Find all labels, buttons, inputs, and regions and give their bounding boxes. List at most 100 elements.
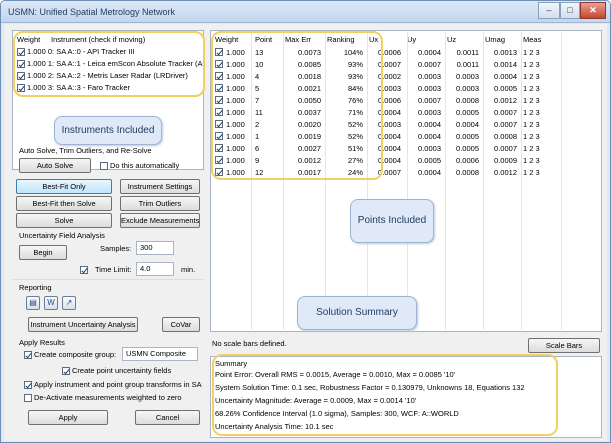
main-window: USMN: Unified Spatial Metrology Network …: [0, 0, 611, 443]
trim-outliers-button[interactable]: Trim Outliers: [120, 196, 200, 211]
report-document-icon[interactable]: ▤: [26, 296, 40, 310]
points-highlight: [211, 31, 383, 180]
point-uncertainty-checkbox[interactable]: Create point uncertainty fields: [62, 366, 172, 376]
deactivate-checkbox[interactable]: De-Activate measurements weighted to zer…: [24, 393, 182, 403]
samples-label: Samples:: [100, 244, 132, 253]
report-export-icon[interactable]: ↗: [62, 296, 76, 310]
time-limit-check[interactable]: [80, 266, 88, 275]
table-cell: 0.0011: [456, 60, 479, 69]
table-cell: 1 2 3: [523, 72, 540, 81]
table-cell: 0.0003: [418, 72, 441, 81]
reporting-heading: Reporting: [19, 283, 52, 292]
table-cell: 0.0003: [418, 144, 441, 153]
table-cell: 0.0007: [418, 60, 441, 69]
table-cell: 1 2 3: [523, 168, 540, 177]
points-column-header[interactable]: Meas: [523, 35, 541, 44]
apply-transforms-checkbox[interactable]: Apply instrument and point group transfo…: [24, 380, 202, 390]
time-limit-checkbox[interactable]: [80, 265, 90, 275]
divider: [12, 279, 204, 280]
window-title: USMN: Unified Spatial Metrology Network: [8, 7, 176, 17]
auto-solve-heading: Auto Solve, Trim Outliers, and Re-Solve: [19, 146, 152, 155]
points-column-header[interactable]: Uz: [447, 35, 456, 44]
table-cell: 1 2 3: [523, 60, 540, 69]
points-callout: Points Included: [350, 199, 434, 243]
table-cell: 0.0007: [494, 120, 517, 129]
auto-solve-checkbox[interactable]: Do this automatically: [100, 161, 180, 171]
table-cell: 0.0005: [456, 144, 479, 153]
scale-bars-status: No scale bars defined.: [212, 339, 287, 348]
table-cell: 0.0008: [494, 132, 517, 141]
table-cell: 1 2 3: [523, 84, 540, 93]
solve-button[interactable]: Solve: [16, 213, 112, 228]
points-column-header[interactable]: Umag: [485, 35, 505, 44]
point-uncertainty-label: Create point uncertainty fields: [72, 366, 172, 375]
table-cell: 1 2 3: [523, 48, 540, 57]
summary-callout: Solution Summary: [297, 296, 417, 330]
table-cell: 0.0003: [456, 84, 479, 93]
table-cell: 1 2 3: [523, 120, 540, 129]
dialog-body: Weight Instrument (check if moving) 1.00…: [4, 24, 607, 441]
table-cell: 0.0012: [494, 168, 517, 177]
table-cell: 0.0004: [418, 120, 441, 129]
instruments-callout: Instruments Included: [54, 116, 162, 145]
table-cell: 0.0004: [494, 72, 517, 81]
uncertainty-heading: Uncertainty Field Analysis: [19, 231, 105, 240]
table-cell: 0.0013: [494, 48, 517, 57]
table-cell: 0.0011: [456, 48, 479, 57]
instrument-settings-button[interactable]: Instrument Settings: [120, 179, 200, 194]
covar-button[interactable]: CoVar: [162, 317, 200, 332]
table-cell: 0.0005: [456, 108, 479, 117]
auto-solve-check[interactable]: [100, 162, 108, 171]
begin-button[interactable]: Begin: [19, 245, 67, 260]
table-cell: 0.0006: [456, 156, 479, 165]
composite-group-input[interactable]: USMN Composite: [122, 347, 198, 361]
table-cell: 1 2 3: [523, 96, 540, 105]
close-button[interactable]: ✕: [580, 2, 606, 19]
table-cell: 0.0003: [456, 72, 479, 81]
apply-button[interactable]: Apply: [28, 410, 108, 425]
instruments-highlight: [13, 31, 205, 97]
auto-solve-button[interactable]: Auto Solve: [19, 158, 91, 173]
table-cell: 1 2 3: [523, 156, 540, 165]
apply-transforms-check[interactable]: [24, 381, 32, 390]
time-limit-label: Time Limit:: [95, 265, 132, 274]
table-cell: 0.0007: [494, 108, 517, 117]
table-cell: 1 2 3: [523, 132, 540, 141]
apply-transforms-label: Apply instrument and point group transfo…: [34, 380, 202, 389]
auto-solve-checkbox-label: Do this automatically: [110, 161, 180, 170]
table-cell: 0.0004: [456, 120, 479, 129]
maximize-button[interactable]: □: [560, 2, 580, 19]
table-cell: 0.0008: [456, 96, 479, 105]
table-cell: 1 2 3: [523, 144, 540, 153]
cancel-button[interactable]: Cancel: [135, 410, 200, 425]
samples-input[interactable]: 300: [136, 241, 174, 255]
table-cell: 0.0009: [494, 156, 517, 165]
point-uncertainty-check[interactable]: [62, 367, 70, 376]
exclude-measurements-button[interactable]: Exclude Measurements: [120, 213, 200, 228]
create-group-checkbox[interactable]: Create composite group:: [24, 350, 117, 360]
table-cell: 1 2 3: [523, 108, 540, 117]
table-cell: 0.0008: [456, 168, 479, 177]
table-cell: 0.0003: [418, 108, 441, 117]
best-fit-then-solve-button[interactable]: Best-Fit then Solve: [16, 196, 112, 211]
table-cell: 0.0014: [494, 60, 517, 69]
time-limit-input[interactable]: 4.0: [136, 262, 174, 276]
table-cell: 0.0007: [418, 96, 441, 105]
title-bar: USMN: Unified Spatial Metrology Network …: [1, 1, 610, 23]
best-fit-only-button[interactable]: Best-Fit Only: [16, 179, 112, 194]
table-cell: 0.0012: [494, 96, 517, 105]
table-cell: 0.0003: [418, 84, 441, 93]
scale-bars-button[interactable]: Scale Bars: [528, 338, 600, 353]
apply-results-heading: Apply Results: [19, 338, 65, 347]
instrument-uncertainty-button[interactable]: Instrument Uncertainty Analysis: [28, 317, 138, 332]
create-group-label: Create composite group:: [34, 350, 117, 359]
points-column-header[interactable]: Uy: [407, 35, 416, 44]
table-cell: 0.0004: [418, 168, 441, 177]
create-group-check[interactable]: [24, 351, 32, 360]
table-cell: 0.0005: [494, 84, 517, 93]
table-cell: 0.0004: [418, 48, 441, 57]
minimize-button[interactable]: –: [538, 2, 560, 19]
table-cell: 0.0005: [418, 156, 441, 165]
report-word-icon[interactable]: W: [44, 296, 58, 310]
deactivate-check[interactable]: [24, 394, 32, 403]
